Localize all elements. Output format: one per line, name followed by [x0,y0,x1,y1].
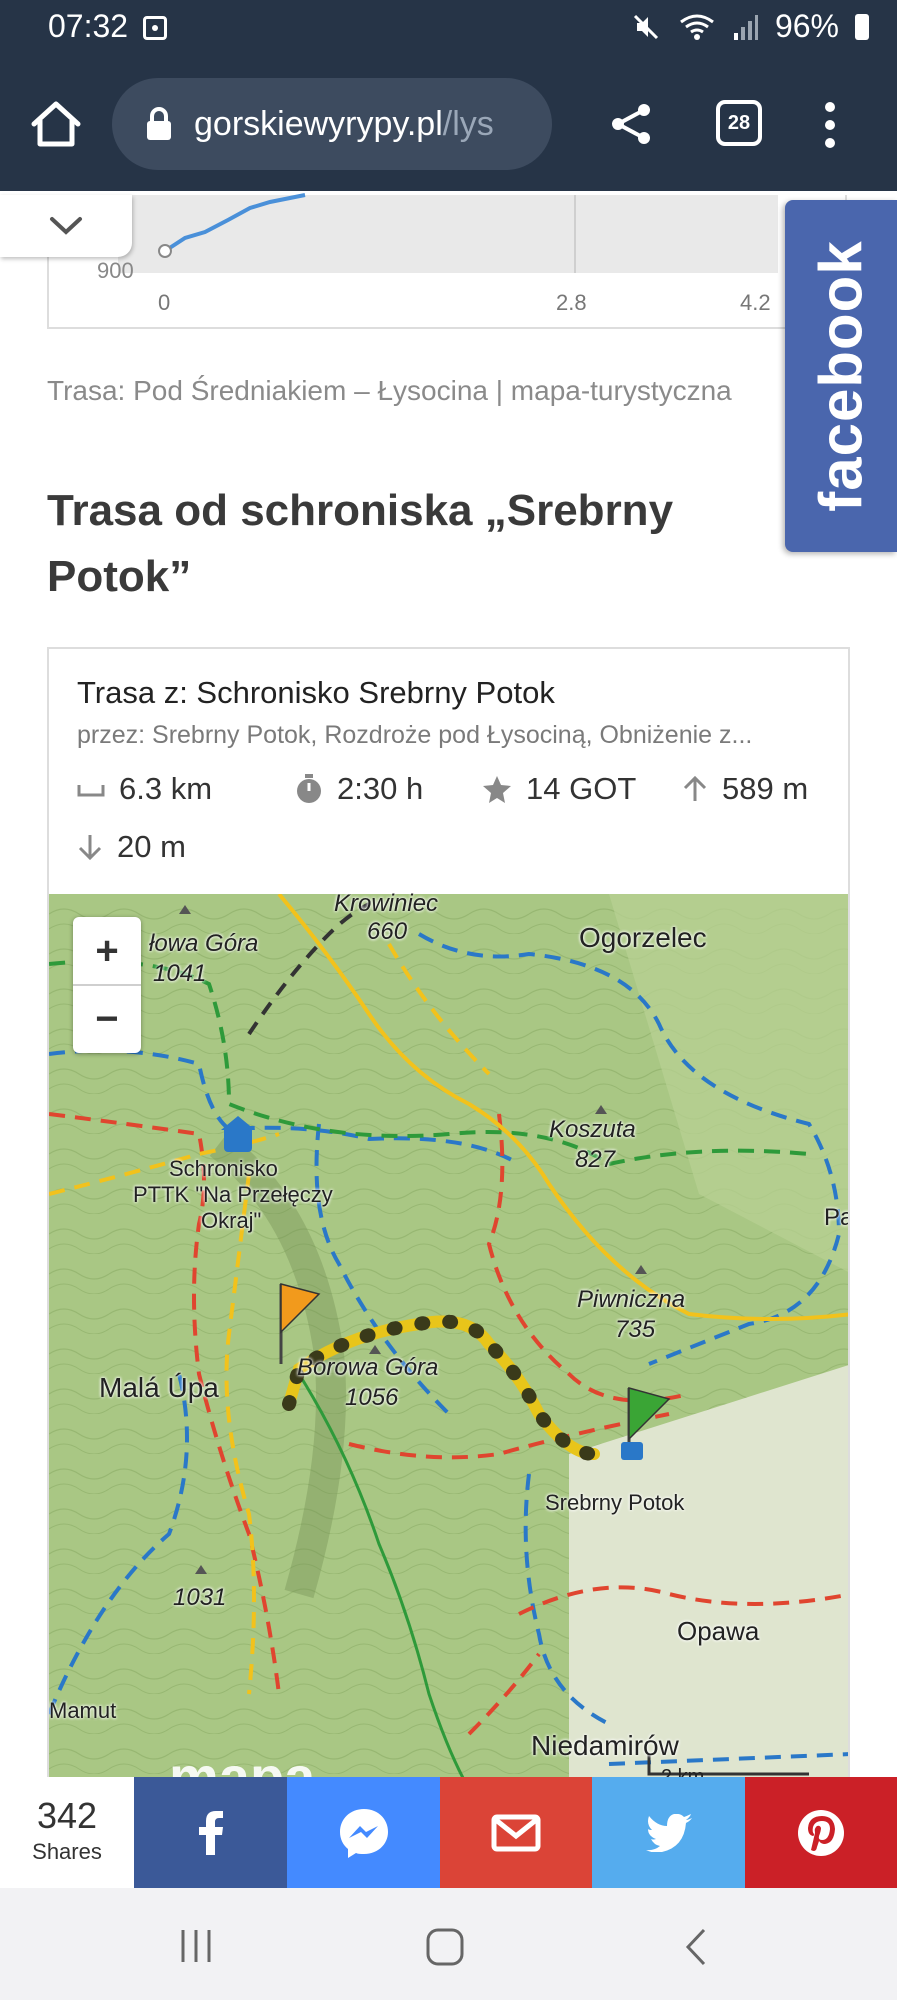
share-bar: 342 Shares [0,1777,897,1888]
map-canvas [49,892,848,1785]
stat-descent-value: 20 m [117,829,186,864]
map-label: PTTK "Na Przełęczy [133,1182,333,1207]
chart-x-tick: 2.8 [556,290,587,315]
map-label: 1031 [173,1584,227,1611]
collapse-button[interactable] [0,195,132,257]
arrow-up-icon [683,775,707,801]
stat-time-value: 2:30 h [337,771,424,806]
twitter-icon [645,1813,692,1852]
map-label: Krowiniec [334,890,439,917]
map-label: Piwniczna [577,1286,686,1313]
zoom-in-button[interactable]: + [73,917,141,985]
shares-number: 342 [36,1795,98,1836]
map-label: łowa Góra [149,930,259,957]
map-label: Mamut [49,1698,117,1723]
messenger-icon [339,1808,388,1858]
share-twitter-button[interactable] [592,1777,745,1888]
back-icon[interactable] [684,1928,708,1966]
share-email-button[interactable] [440,1777,592,1888]
stat-ascent: 589 m [682,771,808,807]
chart-x-tick: 0 [158,290,171,315]
facebook-side-tab[interactable]: facebook [785,200,897,552]
stat-ascent-value: 589 m [722,771,809,806]
route-title: Trasa z: Schronisko Srebrny Potok [77,675,555,710]
map-label: Schronisko [169,1156,278,1181]
star-icon [483,776,511,803]
map-label: Pa [824,1204,848,1231]
chart-y-label: 900 [97,258,134,283]
map-label: Niedamirów [531,1730,679,1761]
map-label: Koszuta [549,1116,636,1143]
stat-got-value: 14 GOT [526,771,637,806]
share-messenger-button[interactable] [287,1777,440,1888]
recents-icon[interactable] [178,1928,214,1964]
facebook-icon [198,1810,223,1855]
stat-descent: 20 m [77,829,186,865]
map-label: Ogorzelec [579,922,707,953]
zoom-control: + − [73,917,141,1053]
share-pinterest-button[interactable] [745,1777,897,1888]
distance-icon [77,785,105,797]
map-label: 660 [367,918,408,945]
map-label: Malá Úpa [99,1372,219,1403]
pinterest-icon [798,1809,844,1856]
mail-icon [491,1814,541,1851]
stat-distance: 6.3 km [77,771,212,807]
android-nav-bar [0,1888,897,2000]
map-label: Okraj" [201,1208,262,1233]
share-facebook-button[interactable] [134,1777,287,1888]
facebook-tab-label: facebook [807,240,875,512]
chevron-down-icon [50,217,82,235]
shares-label: Shares [32,1839,102,1864]
chart-x-tick: 4.2 [740,290,771,315]
route-map[interactable]: Krowiniec 660 Ogorzelec łowa Góra 1041 K… [49,890,848,1785]
stat-time: 2:30 h [295,771,423,807]
section-heading: Trasa od schroniska „Srebrny Potok” [47,486,674,601]
stat-distance-value: 6.3 km [119,771,213,806]
stat-got: 14 GOT [482,771,636,807]
map-label: 735 [615,1316,656,1343]
arrow-down-icon [78,835,102,861]
map-label: 1056 [345,1384,399,1411]
map-label: 1041 [153,960,207,987]
map-caption: Trasa: Pod Średniakiem – Łysocina | mapa… [47,375,732,406]
zoom-out-button[interactable]: − [73,985,141,1053]
map-label: Opawa [677,1616,760,1646]
shares-counter: 342 Shares [0,1777,134,1888]
route-via: przez: Srebrny Potok, Rozdroże pod Łysoc… [77,721,753,749]
phone-screen: 07:32 96% gorskiewyrypy.pl/lys 28 900 0 … [0,0,897,2000]
home-nav-icon[interactable] [426,1928,464,1966]
stopwatch-icon [297,774,321,803]
map-label: 827 [575,1146,616,1173]
map-label: Borowa Góra [297,1354,439,1381]
elevation-line [158,193,306,258]
route-card: Trasa z: Schronisko Srebrny Potok przez:… [47,647,850,1787]
map-label: Srebrny Potok [545,1490,685,1515]
